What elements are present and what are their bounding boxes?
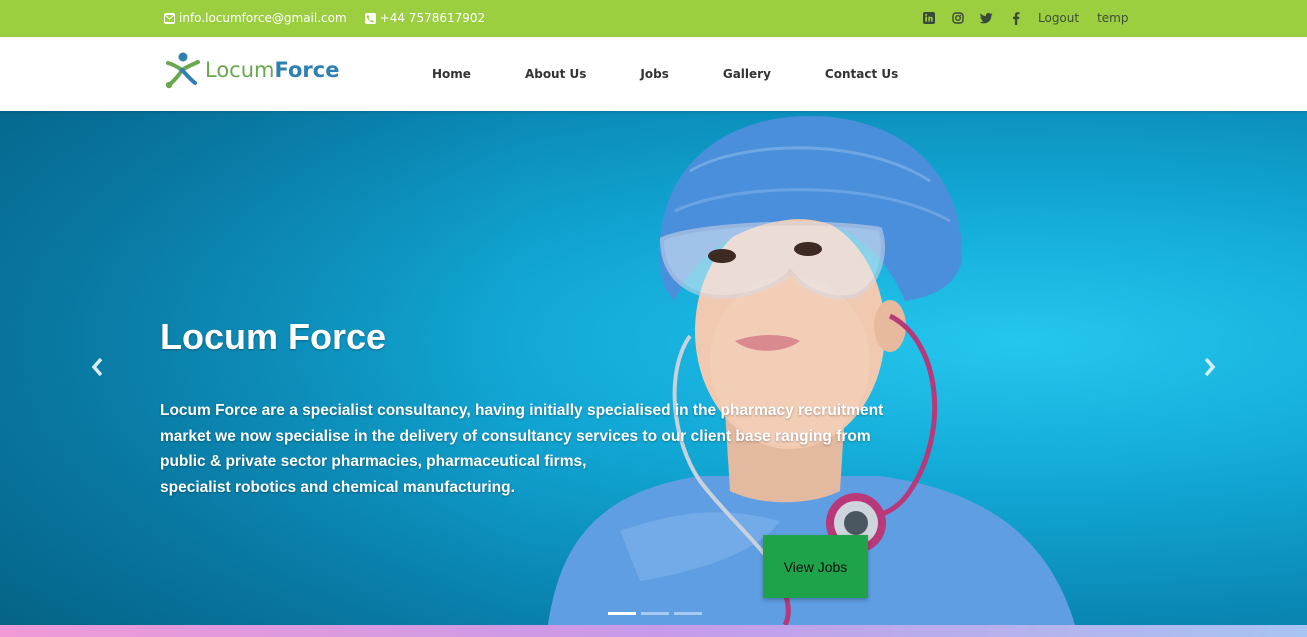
logo-figure-icon: [165, 52, 200, 89]
logo-text: LocumForce: [205, 58, 339, 82]
hero-description-line: public & private sector pharmacies, phar…: [160, 453, 587, 470]
carousel-indicator[interactable]: [674, 612, 702, 615]
hero-description-line: specialist robotics and chemical manufac…: [160, 478, 515, 496]
user-link[interactable]: temp: [1097, 11, 1128, 25]
logo-text-part2: Force: [274, 58, 340, 82]
chevron-left-icon: [91, 357, 103, 377]
logo[interactable]: LocumForce: [165, 51, 339, 89]
view-jobs-button[interactable]: View Jobs: [763, 535, 868, 598]
carousel-indicator[interactable]: [608, 612, 636, 615]
phone-contact[interactable]: +44 7578617902: [364, 11, 486, 25]
logo-text-part1: Locum: [205, 58, 275, 82]
main-navbar: LocumForce Home About Us Jobs Gallery Co…: [0, 37, 1307, 111]
facebook-icon[interactable]: [1009, 11, 1022, 25]
topbar-right: Logout temp: [922, 11, 1147, 25]
hero-carousel: Locum Force Locum Force are a specialist…: [0, 111, 1307, 625]
hero-description: Locum Force are a specialist consultancy…: [160, 398, 884, 500]
email-contact[interactable]: info.locumforce@gmail.com: [164, 11, 347, 25]
nav-menu: Home About Us Jobs Gallery Contact Us: [432, 67, 952, 81]
carousel-indicator[interactable]: [641, 612, 669, 615]
nav-about-us[interactable]: About Us: [525, 67, 586, 81]
nav-contact-us[interactable]: Contact Us: [825, 67, 898, 81]
envelope-icon: [164, 12, 175, 24]
phone-icon: [364, 12, 376, 24]
top-contact-bar: info.locumforce@gmail.com +44 7578617902…: [0, 0, 1307, 37]
phone-text[interactable]: +44 7578617902: [380, 11, 486, 25]
hero-title: Locum Force: [160, 316, 387, 357]
contact-info: info.locumforce@gmail.com +44 7578617902: [164, 11, 503, 25]
twitter-icon[interactable]: [980, 12, 993, 25]
bottom-gradient-strip: [0, 625, 1307, 637]
nav-jobs[interactable]: Jobs: [640, 67, 668, 81]
instagram-icon[interactable]: [951, 12, 964, 25]
hero-description-line: market we now specialise in the delivery…: [160, 427, 871, 445]
carousel-next-button[interactable]: [1202, 355, 1222, 381]
hero-description-line: Locum Force are a specialist consultancy…: [160, 402, 884, 419]
nurse-photo: [0, 111, 1307, 625]
nav-home[interactable]: Home: [432, 67, 471, 81]
carousel-prev-button[interactable]: [89, 355, 109, 381]
linkedin-icon[interactable]: [922, 12, 935, 25]
logout-link[interactable]: Logout: [1038, 11, 1079, 25]
chevron-right-icon: [1204, 357, 1216, 377]
carousel-indicators: [608, 612, 707, 615]
email-text[interactable]: info.locumforce@gmail.com: [179, 11, 347, 25]
nav-gallery[interactable]: Gallery: [723, 67, 771, 81]
